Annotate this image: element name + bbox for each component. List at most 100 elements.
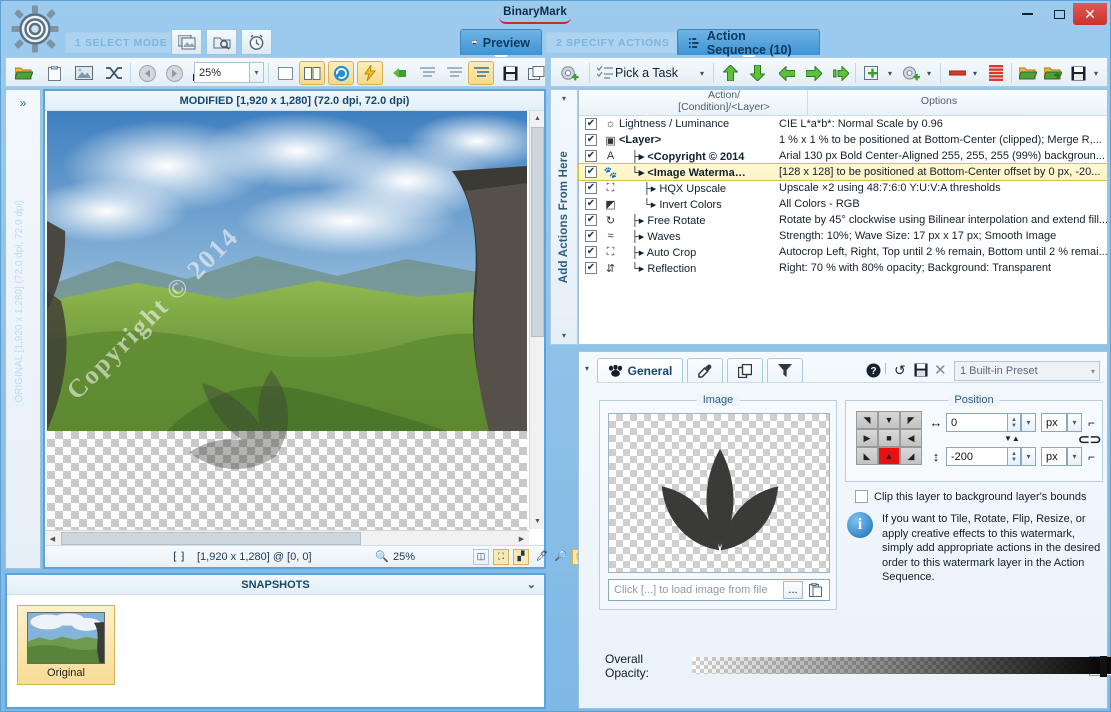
save-as-button[interactable] xyxy=(524,61,548,85)
y-offset-input[interactable]: -200 xyxy=(946,447,1008,466)
opacity-slider-thumb[interactable] xyxy=(1100,655,1108,677)
anchor-middle-center[interactable]: ■ xyxy=(878,429,900,447)
indent-button[interactable] xyxy=(802,61,826,85)
add-actions-from-here-rail[interactable]: ▾ Add Actions From Here ▾ xyxy=(550,89,578,345)
zoom-level-input[interactable]: 25% xyxy=(194,62,250,83)
row-checkbox[interactable]: ✔ xyxy=(585,246,597,258)
anchor-bottom-center[interactable]: ▲ xyxy=(878,447,900,465)
y-offset-dropdown[interactable]: ▾ xyxy=(1021,447,1036,466)
x-unit-dropdown[interactable]: ▾ xyxy=(1067,413,1082,432)
tab-general[interactable]: General xyxy=(597,358,683,382)
export-button[interactable] xyxy=(387,61,411,85)
scroll-down-arrow-icon[interactable]: ▼ xyxy=(530,514,545,529)
row-checkbox[interactable]: ✔ xyxy=(585,166,597,178)
gear-icon[interactable] xyxy=(11,5,59,53)
table-row[interactable]: ✔ ≈ ├▸ Waves Strength: 10%; Wave Size: 17 p… xyxy=(579,228,1107,244)
pick-a-task-dropdown[interactable]: ▾ xyxy=(695,61,709,85)
anchor-top-left[interactable]: ◥ xyxy=(856,411,878,429)
x-unit-value[interactable]: px xyxy=(1041,413,1067,432)
row-checkbox[interactable]: ✔ xyxy=(585,150,597,162)
table-row[interactable]: ✔ 🐾 └▸ <Image Waterma… [128 x 128] to be po… xyxy=(578,163,1108,181)
table-row[interactable]: ✔ ⇵ └▸ Reflection Right: 70 % with 80% opac… xyxy=(579,260,1107,276)
table-row[interactable]: ✔ ◩ └▸ Invert Colors All Colors - RGB xyxy=(579,196,1107,212)
anchor-bottom-left[interactable]: ◣ xyxy=(856,447,878,465)
batch-mode-button[interactable] xyxy=(171,29,202,55)
x-offset-input[interactable]: 0 xyxy=(946,413,1008,432)
action-sequence-list[interactable]: Action/ [Condition]/<Layer> Options ✔ ☼ Li… xyxy=(578,89,1108,345)
add-action-dropdown[interactable]: ▾ xyxy=(884,61,896,85)
browse-button[interactable]: ... xyxy=(783,581,803,599)
load-image-button[interactable] xyxy=(72,61,96,85)
save-preset-button[interactable] xyxy=(914,363,928,380)
table-row[interactable]: ✔ ☼ Lightness / Luminance CIE L*a*b*: Norma… xyxy=(579,116,1107,132)
x-offset-spinner[interactable]: ▲ ▼ xyxy=(1008,413,1021,432)
step-1-select-mode[interactable]: 1 SELECT MODE xyxy=(65,32,193,53)
anchor-top-right[interactable]: ◤ xyxy=(900,411,922,429)
add-condition-dropdown[interactable]: ▾ xyxy=(923,61,935,85)
pick-task-icon-holder[interactable] xyxy=(595,61,615,85)
expand-chevron-icon[interactable]: » xyxy=(6,96,40,110)
single-view-button[interactable] xyxy=(273,61,297,85)
image-path-input[interactable]: Click [...] to load image from file ... xyxy=(608,579,830,601)
watermark-image-preview[interactable] xyxy=(608,413,830,573)
scroll-left-arrow-icon[interactable]: ◀ xyxy=(45,531,60,546)
fit-selection-button[interactable]: ◫ xyxy=(473,548,489,565)
paste-from-clipboard-button[interactable] xyxy=(42,61,66,85)
tab-copies[interactable] xyxy=(727,358,763,382)
show-transparency-button[interactable]: ▞ xyxy=(513,548,529,565)
save-sequence-dropdown[interactable]: ▾ xyxy=(1090,61,1102,85)
table-row[interactable]: ✔ ↻ ├▸ Free Rotate Rotate by 45° clockwise … xyxy=(579,212,1107,228)
remove-action-button[interactable] xyxy=(945,61,969,85)
tab-filter[interactable] xyxy=(767,358,803,382)
delete-preset-button[interactable]: ✕ xyxy=(934,361,947,379)
step-2-specify-actions[interactable]: 2 SPECIFY ACTIONS xyxy=(546,32,695,53)
maximize-button[interactable] xyxy=(1041,3,1077,25)
fit-window-button[interactable]: ⛶ xyxy=(493,548,509,565)
eyedropper-tool-button[interactable]: 🖊 xyxy=(534,549,550,565)
add-condition-button[interactable] xyxy=(899,61,923,85)
append-sequence-button[interactable] xyxy=(1041,61,1065,85)
undo-button[interactable] xyxy=(135,61,159,85)
indent-into-button[interactable] xyxy=(829,61,853,85)
minimize-button[interactable] xyxy=(1009,3,1045,25)
zoom-level-dropdown[interactable]: ▾ xyxy=(250,62,264,83)
anchor-middle-left[interactable]: ▶ xyxy=(856,429,878,447)
outdent-button[interactable] xyxy=(775,61,799,85)
help-button[interactable]: ? xyxy=(865,362,881,378)
save-settings-button[interactable] xyxy=(498,61,522,85)
preview-horizontal-scrollbar[interactable]: ◀ ▶ xyxy=(45,530,529,545)
open-folder-button[interactable] xyxy=(12,61,36,85)
x-offset-dropdown[interactable]: ▾ xyxy=(1021,413,1036,432)
scheduler-button[interactable] xyxy=(241,29,272,55)
list-view-3-button[interactable] xyxy=(468,61,494,85)
row-checkbox[interactable]: ✔ xyxy=(585,198,597,210)
original-panel-collapsed[interactable]: » ORIGINAL [1,920 x 1,280] (72.0 dpi, 72… xyxy=(5,89,41,569)
options-collapse-icon[interactable]: ▾ xyxy=(585,364,589,373)
add-action-button[interactable] xyxy=(860,61,884,85)
y-unit-dropdown[interactable]: ▾ xyxy=(1067,447,1082,466)
list-view-1-button[interactable] xyxy=(415,61,439,85)
anchor-top-center[interactable]: ▼ xyxy=(878,411,900,429)
table-row[interactable]: ✔ ⛶ ├▸ HQX Upscale Upscale ×2 using 48:7:6:… xyxy=(579,180,1107,196)
anchor-bottom-right[interactable]: ◢ xyxy=(900,447,922,465)
preview-canvas[interactable]: Copyright © 2014 xyxy=(45,111,544,548)
list-view-2-button[interactable] xyxy=(442,61,466,85)
clear-all-button[interactable] xyxy=(984,61,1008,85)
swap-arrows-icon[interactable]: ▼▲ xyxy=(1004,434,1020,443)
anchor-middle-right[interactable]: ◀ xyxy=(900,429,922,447)
table-row[interactable]: ✔ A ├▸ <Copyright © 2014 Arial 130 px Bold … xyxy=(579,148,1107,164)
reset-preset-button[interactable]: ↺ xyxy=(894,362,906,379)
preview-hscroll-thumb[interactable] xyxy=(61,532,361,545)
tab-action-sequence[interactable]: Action Sequence (10) xyxy=(677,29,820,62)
split-view-button[interactable] xyxy=(299,61,325,85)
pick-a-task-label[interactable]: Pick a Task xyxy=(615,61,678,85)
snapshot-item-original[interactable]: Original xyxy=(17,605,115,685)
y-offset-spinner[interactable]: ▲ ▼ xyxy=(1008,447,1021,466)
redo-button[interactable] xyxy=(162,61,186,85)
row-checkbox[interactable]: ✔ xyxy=(585,134,597,146)
shuffle-button[interactable] xyxy=(102,61,126,85)
scroll-right-arrow-icon[interactable]: ▶ xyxy=(514,531,529,546)
row-checkbox[interactable]: ✔ xyxy=(585,230,597,242)
link-xy-button[interactable]: ⊂⊃ xyxy=(1078,431,1101,448)
save-sequence-button[interactable] xyxy=(1066,61,1090,85)
